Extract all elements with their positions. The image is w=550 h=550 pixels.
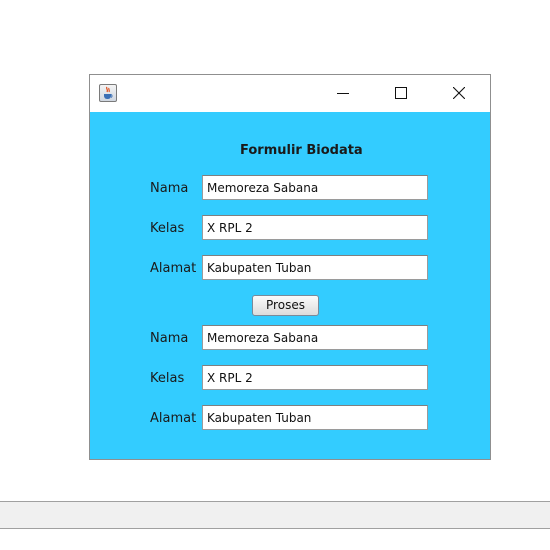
kelas-output-label: Kelas: [150, 371, 185, 386]
kelas-input[interactable]: [202, 215, 428, 240]
close-icon: [453, 87, 465, 99]
alamat-output-field[interactable]: [202, 405, 428, 430]
maximize-icon: [395, 87, 407, 99]
maximize-button[interactable]: [378, 75, 424, 112]
form-panel: Formulir Biodata Nama Kelas Alamat Prose…: [90, 112, 490, 459]
ide-status-bar: [0, 501, 550, 529]
java-cup-icon[interactable]: [99, 84, 117, 102]
kelas-output-field[interactable]: [202, 365, 428, 390]
kelas-label: Kelas: [150, 221, 185, 236]
nama-input[interactable]: [202, 175, 428, 200]
alamat-output-label: Alamat: [150, 411, 197, 426]
close-button[interactable]: [436, 75, 482, 112]
biodata-window: Formulir Biodata Nama Kelas Alamat Prose…: [89, 74, 491, 460]
nama-output-label: Nama: [150, 331, 189, 346]
nama-label: Nama: [150, 181, 189, 196]
alamat-label: Alamat: [150, 261, 197, 276]
title-bar[interactable]: [90, 75, 490, 112]
alamat-input[interactable]: [202, 255, 428, 280]
minimize-button[interactable]: [320, 75, 366, 112]
nama-output-field[interactable]: [202, 325, 428, 350]
minimize-icon: [337, 93, 349, 94]
proses-button[interactable]: Proses: [252, 295, 319, 316]
form-title: Formulir Biodata: [240, 143, 363, 158]
